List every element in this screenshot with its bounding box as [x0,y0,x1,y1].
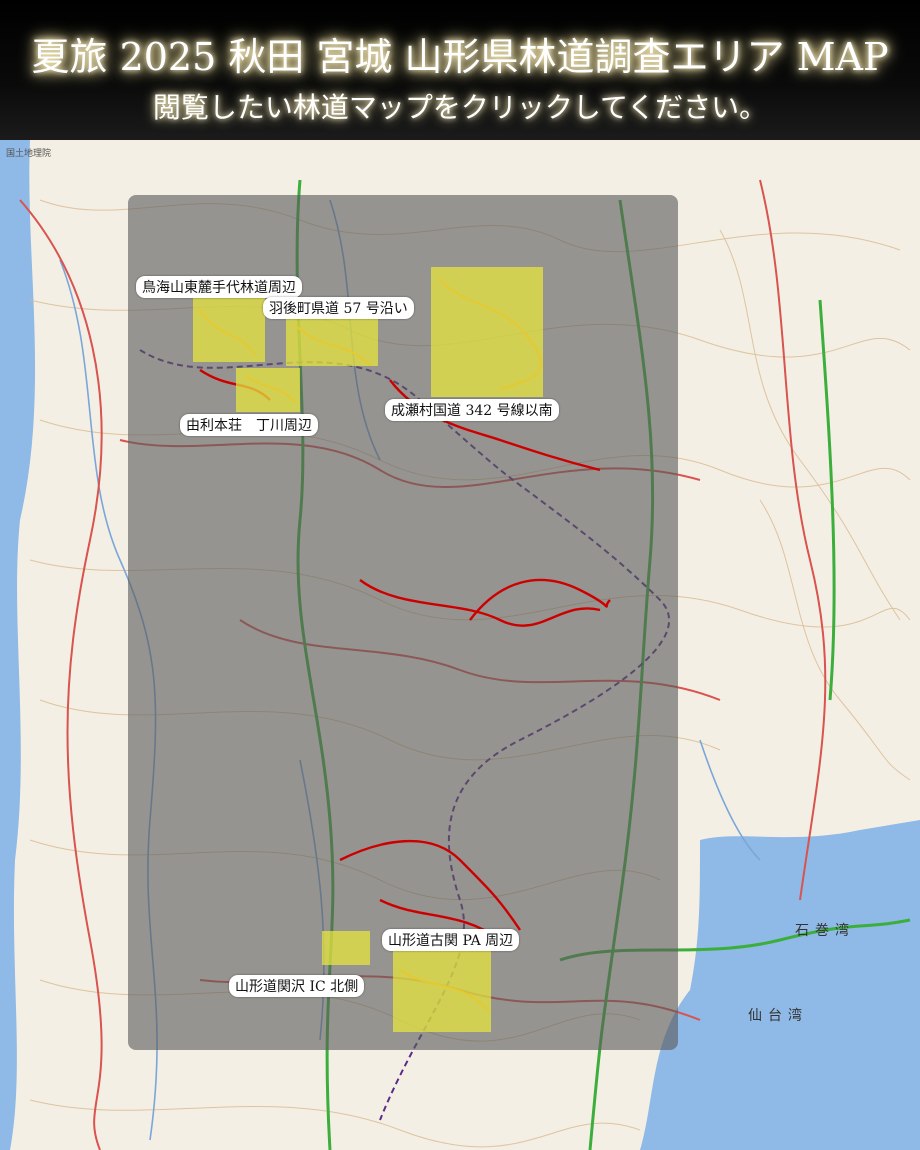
sea-label: 石巻湾 [795,923,855,939]
page-subtitle: 閲覧したい林道マップをクリックしてください。 [152,91,768,124]
area-link-yuri[interactable]: 由利本荘 丁川周辺 [180,414,318,436]
map-area: 国土地理院 石巻湾 仙台湾 鳥海山東麓手代林道周辺 羽後町県道 57 号沿い 成… [0,140,920,1150]
area-zone-naruse[interactable] [431,267,543,397]
area-zone-sekizawa[interactable] [322,931,370,965]
page-header: 夏旅 2025 秋田 宮城 山形県林道調査エリア MAP 閲覧したい林道マップを… [0,0,920,140]
area-zone-yuri[interactable] [236,368,300,412]
area-link-naruse[interactable]: 成瀬村国道 342 号線以南 [385,399,559,421]
page-title: 夏旅 2025 秋田 宮城 山形県林道調査エリア MAP [31,35,889,79]
map-attribution: 国土地理院 [6,149,52,159]
area-link-sekizawa[interactable]: 山形道関沢 IC 北側 [229,975,365,997]
area-link-kozeki[interactable]: 山形道古関 PA 周辺 [382,929,520,951]
area-zone-ugo[interactable] [286,318,378,366]
area-zone-chokai[interactable] [193,295,265,362]
sea-label: 仙台湾 [748,1008,808,1024]
area-link-ugo[interactable]: 羽後町県道 57 号沿い [263,297,414,319]
area-link-chokai[interactable]: 鳥海山東麓手代林道周辺 [136,276,302,298]
area-zone-kozeki[interactable] [393,948,491,1032]
